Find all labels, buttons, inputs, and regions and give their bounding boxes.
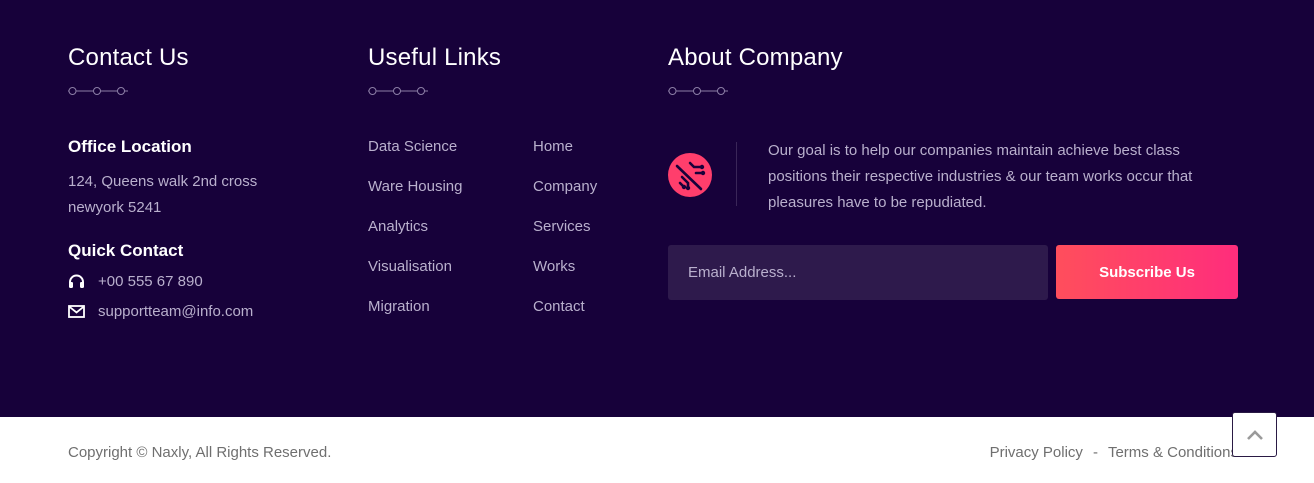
office-address: 124, Queens walk 2nd cross newyork 5241	[68, 169, 338, 221]
email-address[interactable]: supportteam@info.com	[98, 303, 253, 320]
privacy-policy-link[interactable]: Privacy Policy	[990, 444, 1083, 461]
dots-divider-icon	[668, 87, 728, 95]
about-description: Our goal is to help our companies mainta…	[768, 142, 1193, 211]
envelope-icon	[68, 304, 85, 318]
links-list-services: Data Science Ware Housing Analytics Visu…	[368, 137, 462, 337]
dots-divider-icon	[368, 87, 428, 95]
headphones-icon	[68, 274, 85, 288]
link-data-science[interactable]: Data Science	[368, 137, 462, 177]
link-migration[interactable]: Migration	[368, 297, 462, 337]
footer-main: Contact Us Office Location 124, Queens w…	[0, 0, 1314, 417]
link-analytics[interactable]: Analytics	[368, 217, 462, 257]
address-line-2: newyork 5241	[68, 199, 162, 216]
link-home[interactable]: Home	[533, 137, 597, 177]
useful-links-title: Useful Links	[368, 44, 502, 71]
links-list-pages: Home Company Services Works Contact	[533, 137, 597, 337]
link-works[interactable]: Works	[533, 257, 597, 297]
subscribe-button[interactable]: Subscribe Us	[1056, 245, 1238, 299]
about-row: Our goal is to help our companies mainta…	[668, 142, 1248, 211]
circuit-logo-icon	[668, 153, 712, 197]
scroll-to-top-button[interactable]	[1232, 412, 1277, 457]
dots-divider-icon	[68, 87, 128, 95]
link-visualisation[interactable]: Visualisation	[368, 257, 462, 297]
footer-bottom: Copyright © Naxly, All Rights Reserved. …	[0, 417, 1314, 483]
links-wrap: Data Science Ware Housing Analytics Visu…	[368, 137, 648, 337]
link-company[interactable]: Company	[533, 177, 597, 217]
email-input[interactable]	[668, 245, 1048, 300]
useful-links-column: Useful Links Data Science Ware Housing A…	[368, 44, 648, 337]
office-location-title: Office Location	[68, 137, 192, 156]
phone-row: +00 555 67 890	[68, 271, 338, 291]
chevron-up-icon	[1246, 429, 1263, 440]
legal-links: Privacy Policy - Terms & Conditions	[990, 444, 1238, 461]
link-ware-housing[interactable]: Ware Housing	[368, 177, 462, 217]
subscribe-form: Subscribe Us	[668, 245, 1248, 300]
contact-column: Contact Us Office Location 124, Queens w…	[68, 44, 338, 321]
link-services[interactable]: Services	[533, 217, 597, 257]
phone-number[interactable]: +00 555 67 890	[98, 273, 203, 290]
address-line-1: 124, Queens walk 2nd cross	[68, 173, 258, 190]
vertical-divider	[736, 142, 737, 206]
email-row: supportteam@info.com	[68, 301, 338, 321]
copyright-text: Copyright © Naxly, All Rights Reserved.	[68, 444, 332, 461]
about-title: About Company	[668, 44, 843, 71]
terms-conditions-link[interactable]: Terms & Conditions	[1108, 444, 1238, 461]
legal-separator: -	[1092, 444, 1098, 461]
link-contact[interactable]: Contact	[533, 297, 597, 337]
contact-title: Contact Us	[68, 44, 189, 71]
quick-contact-title: Quick Contact	[68, 241, 184, 260]
about-column: About Company Our goal is to help our co…	[668, 44, 1248, 300]
